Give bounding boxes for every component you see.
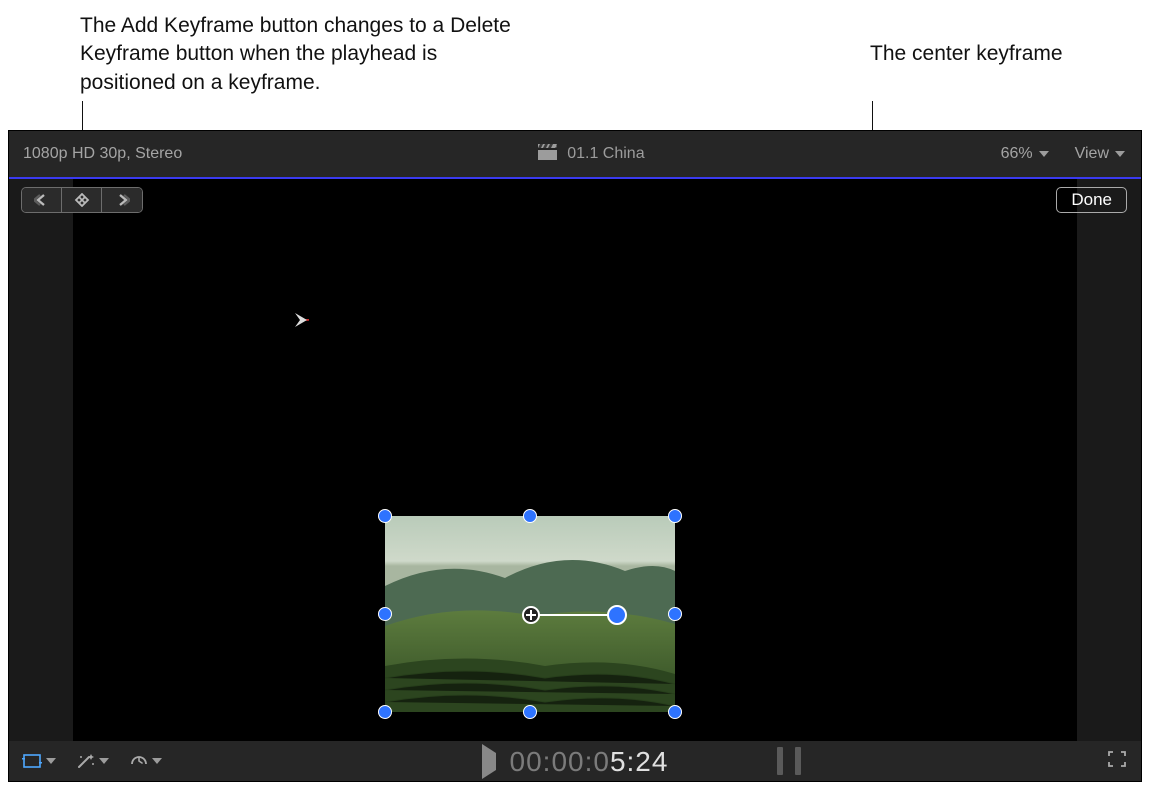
pip-clip[interactable] — [385, 516, 675, 712]
delete-keyframe-button[interactable] — [62, 188, 102, 212]
handle-bl[interactable] — [378, 705, 392, 719]
handle-tl[interactable] — [378, 509, 392, 523]
viewer-window: 1080p HD 30p, Stereo 01.1 China 66% View — [8, 130, 1142, 782]
crop-tool-menu[interactable] — [21, 752, 56, 770]
view-label: View — [1075, 145, 1109, 163]
zoom-value: 66% — [1001, 145, 1033, 163]
callout-center-keyframe: The center keyframe — [870, 40, 1070, 68]
callout-keyframe-button: The Add Keyframe button changes to a Del… — [80, 12, 520, 97]
chevron-down-icon — [99, 758, 109, 764]
clip-name: 01.1 China — [567, 145, 644, 163]
handle-br[interactable] — [668, 705, 682, 719]
enhance-tool-menu[interactable] — [76, 752, 109, 770]
done-button[interactable]: Done — [1056, 187, 1127, 213]
chevron-down-icon — [46, 758, 56, 764]
anchor-point-handle[interactable] — [522, 606, 540, 624]
rotation-handle[interactable] — [607, 605, 627, 625]
format-label: 1080p HD 30p, Stereo — [23, 145, 182, 163]
keyframe-nav-group — [21, 187, 143, 213]
next-keyframe-button[interactable] — [102, 188, 142, 212]
viewer-top-bar: 1080p HD 30p, Stereo 01.1 China 66% View — [9, 131, 1141, 177]
play-button[interactable] — [482, 753, 496, 770]
view-menu[interactable]: View — [1075, 145, 1125, 163]
timecode-dim: 00:00:0 — [510, 746, 610, 777]
letterbox-right — [1077, 179, 1141, 741]
clip-title: 01.1 China — [182, 144, 1000, 165]
viewer-bottom-bar: 00:00:05:24 — [9, 741, 1141, 781]
letterbox-left — [9, 179, 73, 741]
rotation-arm[interactable] — [530, 614, 616, 616]
prev-keyframe-button[interactable] — [22, 188, 62, 212]
zoom-menu[interactable]: 66% — [1001, 145, 1049, 163]
audio-meter — [777, 747, 801, 775]
timecode-bright: 5:24 — [610, 746, 669, 777]
viewer-canvas[interactable]: Done — [9, 177, 1141, 741]
chevron-down-icon — [1115, 151, 1125, 157]
clapperboard-icon — [538, 144, 557, 165]
handle-tr[interactable] — [668, 509, 682, 523]
retime-tool-menu[interactable] — [129, 752, 162, 770]
fullscreen-button[interactable] — [1107, 750, 1127, 772]
handle-bc[interactable] — [523, 705, 537, 719]
timecode-display: 00:00:05:24 — [9, 745, 1141, 778]
handle-ml[interactable] — [378, 607, 392, 621]
chevron-down-icon — [1039, 151, 1049, 157]
handle-tc[interactable] — [523, 509, 537, 523]
chevron-down-icon — [152, 758, 162, 764]
play-icon — [482, 744, 496, 779]
handle-mr[interactable] — [668, 607, 682, 621]
